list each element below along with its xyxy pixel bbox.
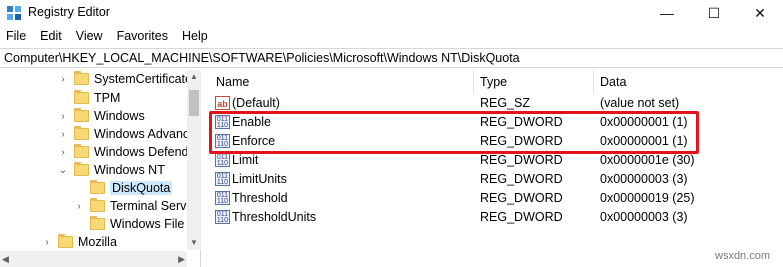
minimize-button[interactable]: —	[644, 0, 690, 26]
value-type: REG_DWORD	[480, 153, 563, 167]
value-name: ThresholdUnits	[232, 210, 317, 224]
value-type: REG_DWORD	[480, 210, 563, 224]
tree-item-label: DiskQuota	[110, 181, 173, 195]
folder-icon	[74, 144, 89, 158]
menu-help[interactable]: Help	[182, 29, 208, 43]
value-row-threshold[interactable]: 011 110 Threshold REG_DWORD 0x00000019 (…	[206, 189, 783, 208]
tree-horizontal-scrollbar[interactable]: ◀ ▶	[0, 251, 187, 267]
tree-vertical-scrollbar[interactable]: ▲ ▼	[187, 70, 201, 250]
string-value-icon: ab	[215, 96, 230, 110]
address-bar[interactable]: Computer\HKEY_LOCAL_MACHINE\SOFTWARE\Pol…	[0, 48, 783, 68]
column-header-name[interactable]: Name	[212, 70, 474, 94]
scrollbar-thumb[interactable]	[189, 90, 199, 116]
tree-item-label: Windows	[94, 109, 145, 123]
folder-icon	[58, 234, 73, 248]
maximize-button[interactable]: ☐	[691, 0, 737, 26]
value-data: 0x00000003 (3)	[600, 172, 688, 186]
chevron-right-icon[interactable]: ›	[58, 74, 68, 85]
folder-icon	[90, 198, 105, 212]
value-data: 0x00000019 (25)	[600, 191, 695, 205]
key-tree: › SystemCertificate TPM › Windows › Wind…	[0, 70, 201, 267]
highlight-annotation	[209, 111, 699, 154]
tree-item-tpm[interactable]: TPM	[58, 89, 120, 107]
folder-icon	[74, 108, 89, 122]
tree-item-label: Terminal Servic	[110, 199, 196, 213]
folder-icon	[90, 216, 105, 230]
close-button[interactable]: ✕	[737, 0, 783, 26]
dword-value-icon: 011 110	[215, 172, 230, 186]
tree-item-systemcertificate[interactable]: › SystemCertificate	[58, 70, 192, 88]
value-name: Threshold	[232, 191, 288, 205]
value-data: 0x00000003 (3)	[600, 210, 688, 224]
tree-item-label: SystemCertificate	[94, 72, 192, 86]
tree-item-windows-nt[interactable]: ⌄ Windows NT	[58, 161, 165, 179]
value-type: REG_SZ	[480, 96, 531, 110]
value-type: REG_DWORD	[480, 191, 563, 205]
chevron-down-icon[interactable]: ⌄	[58, 165, 68, 176]
value-type: REG_DWORD	[480, 172, 563, 186]
tree-item-label: TPM	[94, 91, 121, 105]
folder-icon	[74, 126, 89, 140]
tree-item-windows[interactable]: › Windows	[58, 107, 145, 125]
scroll-left-icon[interactable]: ◀	[2, 251, 9, 267]
tree-item-label: Windows Advanc	[94, 127, 190, 141]
tree-item-windows-file-protection[interactable]: Windows File F	[74, 215, 195, 233]
menu-bar: File Edit View Favorites Help	[0, 26, 783, 46]
value-row-thresholdunits[interactable]: 011 110 ThresholdUnits REG_DWORD 0x00000…	[206, 208, 783, 227]
column-header-type[interactable]: Type	[476, 70, 594, 94]
column-header-data[interactable]: Data	[596, 70, 783, 94]
value-data: 0x0000001e (30)	[600, 153, 695, 167]
chevron-right-icon[interactable]: ›	[74, 201, 84, 212]
tree-item-label: Windows File F	[110, 217, 196, 231]
scroll-down-icon[interactable]: ▼	[187, 236, 201, 250]
tree-item-mozilla[interactable]: › Mozilla	[42, 233, 117, 251]
tree-item-label: Mozilla	[78, 235, 117, 249]
dword-value-icon: 011 110	[215, 153, 230, 167]
scroll-right-icon[interactable]: ▶	[178, 251, 185, 267]
tree-item-label: Windows NT	[94, 163, 165, 177]
dword-value-icon: 011 110	[215, 210, 230, 224]
menu-favorites[interactable]: Favorites	[117, 29, 168, 43]
menu-file[interactable]: File	[6, 29, 26, 43]
title-bar: Registry Editor — ☐ ✕	[0, 0, 783, 26]
folder-icon	[90, 180, 105, 194]
tree-item-terminal-services[interactable]: › Terminal Servic	[74, 197, 195, 215]
menu-view[interactable]: View	[76, 29, 103, 43]
value-name: Limit	[232, 153, 259, 167]
dword-value-icon: 011 110	[215, 191, 230, 205]
chevron-right-icon[interactable]: ›	[58, 147, 68, 158]
value-name: LimitUnits	[232, 172, 287, 186]
tree-item-windows-defender[interactable]: › Windows Defende	[58, 143, 195, 161]
tree-item-diskquota[interactable]: DiskQuota	[74, 179, 173, 197]
folder-icon	[74, 90, 89, 104]
chevron-right-icon[interactable]: ›	[58, 111, 68, 122]
tree-item-windows-advanced[interactable]: › Windows Advanc	[58, 125, 189, 143]
chevron-right-icon[interactable]: ›	[58, 129, 68, 140]
tree-item-label: Windows Defende	[94, 145, 196, 159]
value-name: (Default)	[232, 96, 280, 110]
folder-icon	[74, 162, 89, 176]
values-list: Name Type Data ab (Default) REG_SZ (valu…	[206, 70, 783, 267]
value-data: (value not set)	[600, 96, 680, 110]
watermark: wsxdn.com	[715, 250, 771, 262]
folder-icon	[74, 71, 89, 85]
value-row-limitunits[interactable]: 011 110 LimitUnits REG_DWORD 0x00000003 …	[206, 170, 783, 189]
menu-edit[interactable]: Edit	[40, 29, 62, 43]
window-title: Registry Editor	[28, 5, 110, 19]
registry-editor-icon	[7, 6, 21, 20]
scroll-up-icon[interactable]: ▲	[187, 70, 201, 84]
chevron-right-icon[interactable]: ›	[42, 237, 52, 248]
